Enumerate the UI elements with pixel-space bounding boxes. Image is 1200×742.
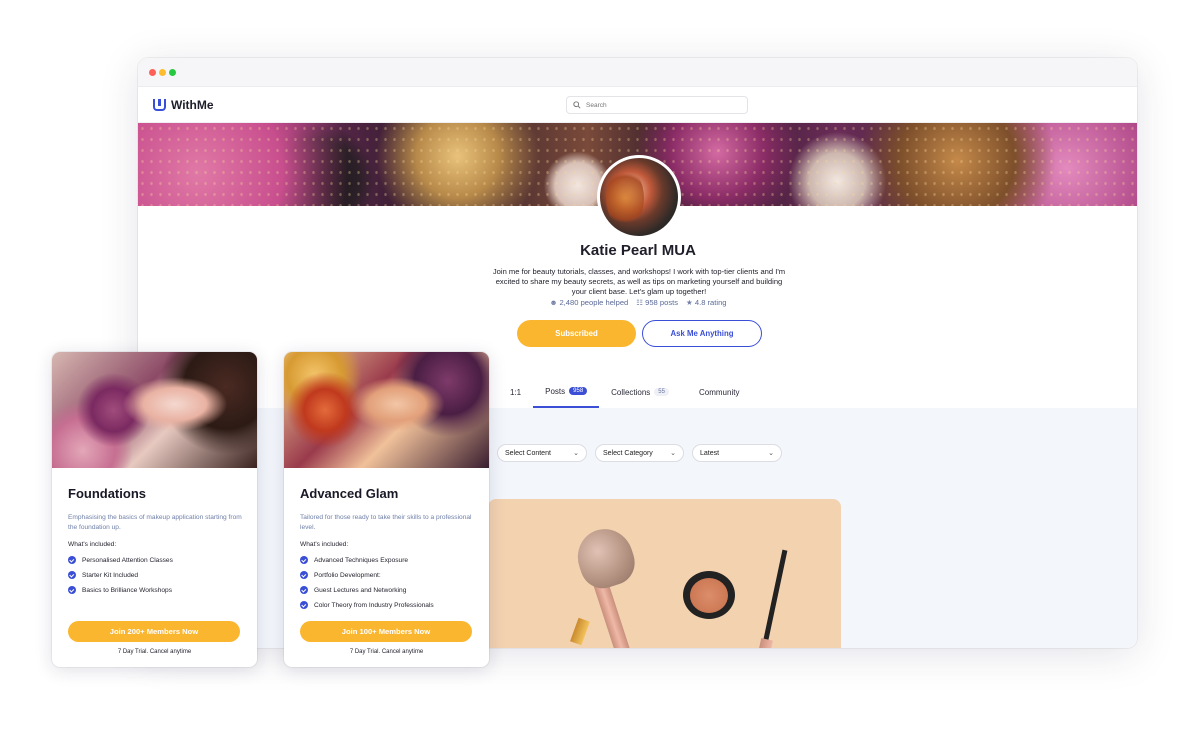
check-icon xyxy=(68,556,76,564)
card-title: Advanced Glam xyxy=(300,486,399,501)
mascara-wand-graphic xyxy=(759,549,788,648)
avatar-photo xyxy=(606,168,644,228)
logo-text: WithMe xyxy=(171,98,214,112)
check-icon xyxy=(300,586,308,594)
trial-note: 7 Day Trial. Cancel anytime xyxy=(117,649,192,655)
posts-icon: ☷ xyxy=(636,298,644,307)
join-button[interactable]: Join 100+ Members Now xyxy=(300,621,472,642)
trial-note: 7 Day Trial. Cancel anytime xyxy=(349,649,424,655)
window-chrome xyxy=(138,58,1137,87)
feature-item: Personalised Attention Classes xyxy=(68,556,173,564)
dropdown-label: Select Category xyxy=(603,449,653,457)
post-image[interactable] xyxy=(488,499,841,648)
search-icon xyxy=(573,101,581,109)
whats-included-label: What's included: xyxy=(68,541,117,548)
feature-text: Portfolio Development: xyxy=(314,571,381,579)
feature-text: Starter Kit Included xyxy=(82,571,139,579)
people-helped-text: 2,480 people helped xyxy=(559,298,629,307)
card-description: Tailored for those ready to take their s… xyxy=(300,514,472,531)
logo-icon xyxy=(153,99,166,111)
tab-label: 1:1 xyxy=(510,387,522,397)
profile-name: Katie Pearl MUA xyxy=(580,242,696,259)
chevron-down-icon: ⌄ xyxy=(573,450,579,457)
stage: WithMe Katie Pearl MUA Join me for beaut… xyxy=(0,0,1200,742)
feature-item: Basics to Brilliance Workshops xyxy=(68,586,172,594)
tab-label: Collections xyxy=(611,387,651,397)
minimize-window-dot[interactable] xyxy=(159,69,166,76)
select-content-dropdown[interactable]: Select Content ⌄ xyxy=(497,444,587,462)
tab-one-on-one[interactable]: 1:1 xyxy=(498,376,533,408)
search-input[interactable] xyxy=(586,101,736,109)
check-icon xyxy=(68,571,76,579)
logo[interactable]: WithMe xyxy=(153,98,214,112)
card-artwork xyxy=(52,352,257,468)
feature-item: Advanced Techniques Exposure xyxy=(300,556,408,564)
feature-text: Guest Lectures and Networking xyxy=(314,586,407,594)
join-button[interactable]: Join 200+ Members Now xyxy=(68,621,240,642)
rating-text: 4.8 rating xyxy=(694,298,727,307)
dropdown-label: Latest xyxy=(700,449,720,457)
tab-collections[interactable]: Collections 55 xyxy=(599,376,681,408)
feature-text: Basics to Brilliance Workshops xyxy=(82,586,173,594)
posts-count-badge: 958 xyxy=(569,387,588,395)
select-category-dropdown[interactable]: Select Category ⌄ xyxy=(595,444,684,462)
check-icon xyxy=(300,556,308,564)
tab-community[interactable]: Community xyxy=(681,376,751,408)
maximize-window-dot[interactable] xyxy=(169,69,176,76)
top-navbar: WithMe xyxy=(138,87,1137,123)
star-icon: ★ xyxy=(686,298,693,307)
check-icon xyxy=(68,586,76,594)
close-window-dot[interactable] xyxy=(149,69,156,76)
tab-label: Posts xyxy=(545,386,566,396)
card-artwork xyxy=(284,352,489,468)
check-icon xyxy=(300,571,308,579)
people-icon: ☻ xyxy=(549,298,558,307)
lipstick-graphic xyxy=(570,617,590,646)
mascara-tube-graphic xyxy=(755,638,773,648)
feature-item: Starter Kit Included xyxy=(68,571,138,579)
tab-label: Community xyxy=(698,387,740,397)
makeup-brush-graphic xyxy=(570,521,641,595)
check-icon xyxy=(300,601,308,609)
posts-text: 958 posts xyxy=(645,298,679,307)
compact-graphic xyxy=(683,571,735,619)
feature-text: Color Theory from Industry Professionals xyxy=(314,601,434,609)
profile-tabs: 1:1 Posts 958 Collections 55 Community xyxy=(498,376,751,408)
feature-text: Personalised Attention Classes xyxy=(82,556,173,564)
pricing-card-foundations: Foundations Emphasising the basics of ma… xyxy=(52,352,257,667)
card-description: Emphasising the basics of makeup applica… xyxy=(68,514,242,531)
collections-count-badge: 55 xyxy=(654,388,669,396)
feature-item: Guest Lectures and Networking xyxy=(300,586,406,594)
people-helped-stat: ☻ 2,480 people helped xyxy=(549,298,628,307)
whats-included-label: What's included: xyxy=(300,541,349,548)
feature-item: Portfolio Development: xyxy=(300,571,381,579)
feature-item: Color Theory from Industry Professionals xyxy=(300,601,434,609)
profile-stats: ☻ 2,480 people helped ☷ 958 posts ★ 4.8 rat… xyxy=(138,298,1137,307)
dropdown-label: Select Content xyxy=(505,449,551,457)
search-box[interactable] xyxy=(566,96,748,114)
chevron-down-icon: ⌄ xyxy=(768,450,774,457)
sort-dropdown[interactable]: Latest ⌄ xyxy=(692,444,782,462)
ask-me-anything-button[interactable]: Ask Me Anything xyxy=(642,320,762,347)
card-title: Foundations xyxy=(68,486,146,501)
chevron-down-icon: ⌄ xyxy=(670,450,676,457)
tab-posts[interactable]: Posts 958 xyxy=(533,376,600,408)
profile-bio: Join me for beauty tutorials, classes, a… xyxy=(492,267,786,296)
posts-stat: ☷ 958 posts xyxy=(636,298,678,307)
avatar[interactable] xyxy=(597,155,681,239)
pricing-card-advanced-glam: Advanced Glam Tailored for those ready t… xyxy=(284,352,489,667)
feature-text: Advanced Techniques Exposure xyxy=(314,556,409,564)
subscribed-button[interactable]: Subscribed xyxy=(517,320,636,347)
rating-stat: ★ 4.8 rating xyxy=(686,298,726,307)
